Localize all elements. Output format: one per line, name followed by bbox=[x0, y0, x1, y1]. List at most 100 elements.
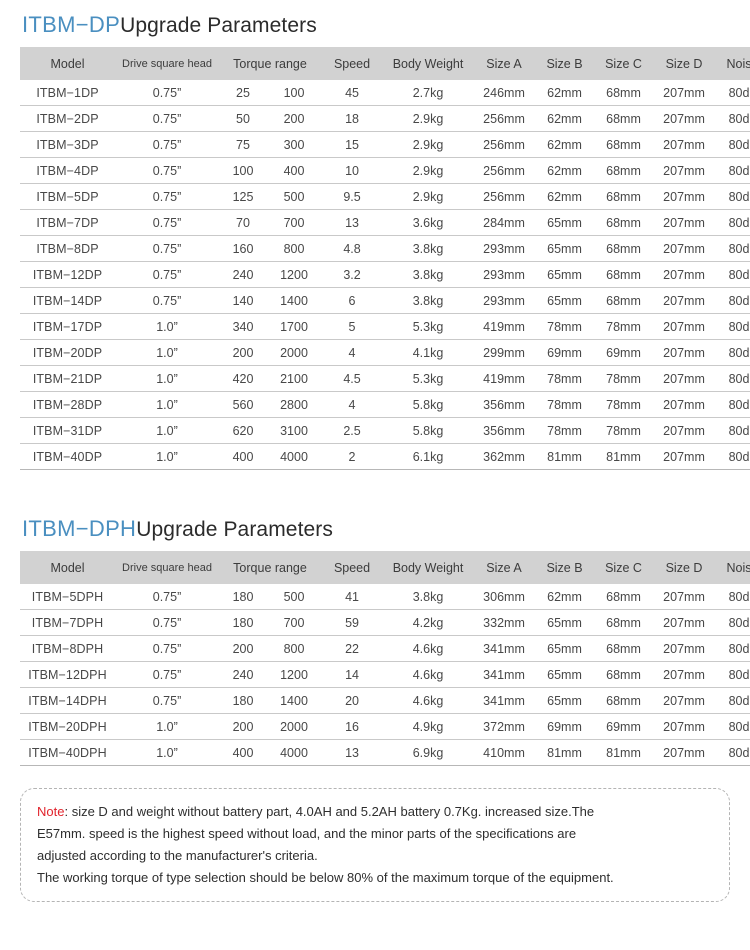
table-row: ITBM−28DP 1.0” 560 2800 4 5.8kg 356mm 78mm 78mm 2… bbox=[20, 391, 750, 418]
cell-noise: 80db bbox=[715, 365, 750, 392]
cell-size-c: 69mm bbox=[594, 713, 654, 740]
cell-size-a: 306mm bbox=[473, 584, 536, 610]
cell-torque-max: 700 bbox=[267, 609, 322, 636]
cell-noise: 80db bbox=[715, 713, 750, 740]
cell-size-c: 68mm bbox=[594, 105, 654, 132]
cell-size-a: 419mm bbox=[473, 365, 536, 392]
cell-size-a: 293mm bbox=[473, 287, 536, 314]
note-line-4: The working torque of type selection sho… bbox=[37, 870, 614, 885]
cell-body-weight: 2.9kg bbox=[383, 183, 474, 210]
cell-model: ITBM−20DPH bbox=[20, 713, 115, 740]
cell-model: ITBM−8DP bbox=[20, 235, 115, 262]
cell-size-a: 256mm bbox=[473, 157, 536, 184]
cell-size-d: 207mm bbox=[653, 131, 716, 158]
cell-drive: 1.0” bbox=[115, 713, 219, 740]
cell-size-b: 65mm bbox=[535, 687, 595, 714]
cell-body-weight: 4.6kg bbox=[383, 661, 474, 688]
cell-speed: 9.5 bbox=[321, 183, 384, 210]
cell-noise: 80db bbox=[715, 584, 750, 610]
cell-model: ITBM−1DP bbox=[20, 80, 115, 106]
cell-torque-min: 200 bbox=[219, 713, 267, 740]
cell-model: ITBM−40DP bbox=[20, 443, 115, 470]
cell-speed: 3.2 bbox=[321, 261, 384, 288]
cell-size-c: 68mm bbox=[594, 584, 654, 610]
table-row: ITBM−40DPH 1.0” 400 4000 13 6.9kg 410mm 81mm 81m… bbox=[20, 739, 750, 766]
col-header-noise: Noise bbox=[715, 551, 750, 584]
cell-body-weight: 4.6kg bbox=[383, 687, 474, 714]
cell-size-d: 207mm bbox=[653, 80, 716, 106]
cell-size-b: 65mm bbox=[535, 235, 595, 262]
cell-size-a: 293mm bbox=[473, 261, 536, 288]
cell-body-weight: 4.6kg bbox=[383, 635, 474, 662]
cell-size-b: 65mm bbox=[535, 635, 595, 662]
cell-speed: 45 bbox=[321, 80, 384, 106]
cell-size-c: 68mm bbox=[594, 287, 654, 314]
cell-drive: 0.75” bbox=[115, 131, 219, 158]
cell-size-b: 69mm bbox=[535, 339, 595, 366]
cell-torque-max: 3100 bbox=[267, 417, 322, 444]
cell-size-b: 62mm bbox=[535, 131, 595, 158]
table-row: ITBM−8DPH 0.75” 200 800 22 4.6kg 341mm 65mm 68mm… bbox=[20, 635, 750, 662]
cell-size-c: 68mm bbox=[594, 609, 654, 636]
cell-torque-min: 140 bbox=[219, 287, 267, 314]
spec-sheet-page: ITBM−DPUpgrade Parameters Model Drive sq… bbox=[0, 0, 750, 950]
cell-size-d: 207mm bbox=[653, 687, 716, 714]
col-header-size-a: Size A bbox=[473, 47, 536, 80]
cell-torque-min: 180 bbox=[219, 584, 267, 610]
cell-torque-max: 2000 bbox=[267, 339, 322, 366]
cell-size-c: 68mm bbox=[594, 183, 654, 210]
cell-torque-max: 700 bbox=[267, 209, 322, 236]
cell-torque-min: 100 bbox=[219, 157, 267, 184]
col-header-size-c: Size C bbox=[594, 47, 654, 80]
col-header-drive-square-head: Drive square head bbox=[115, 551, 219, 584]
cell-size-c: 68mm bbox=[594, 80, 654, 106]
cell-torque-max: 2100 bbox=[267, 365, 322, 392]
cell-noise: 80db bbox=[715, 417, 750, 444]
spec-table-dph: Model Drive square head Torque range Spe… bbox=[20, 551, 750, 766]
col-header-torque-range: Torque range bbox=[219, 551, 322, 584]
cell-model: ITBM−40DPH bbox=[20, 739, 115, 766]
cell-torque-min: 400 bbox=[219, 443, 267, 470]
cell-noise: 80db bbox=[715, 287, 750, 314]
cell-noise: 80db bbox=[715, 80, 750, 106]
cell-drive: 1.0” bbox=[115, 365, 219, 392]
col-header-model: Model bbox=[20, 551, 115, 584]
cell-size-d: 207mm bbox=[653, 365, 716, 392]
cell-body-weight: 5.3kg bbox=[383, 365, 474, 392]
cell-size-d: 207mm bbox=[653, 609, 716, 636]
table-row: ITBM−8DP 0.75” 160 800 4.8 3.8kg 293mm 65mm 68mm… bbox=[20, 235, 750, 262]
section-title-suffix: Upgrade Parameters bbox=[136, 518, 333, 541]
cell-size-a: 246mm bbox=[473, 80, 536, 106]
note-label: Note bbox=[37, 804, 65, 819]
cell-size-b: 65mm bbox=[535, 609, 595, 636]
col-header-size-d: Size D bbox=[653, 47, 716, 80]
cell-model: ITBM−5DP bbox=[20, 183, 115, 210]
cell-size-b: 62mm bbox=[535, 80, 595, 106]
cell-drive: 0.75” bbox=[115, 584, 219, 610]
col-header-model: Model bbox=[20, 47, 115, 80]
cell-noise: 80db bbox=[715, 443, 750, 470]
spec-table-dp: Model Drive square head Torque range Spe… bbox=[20, 47, 750, 470]
cell-body-weight: 5.8kg bbox=[383, 391, 474, 418]
cell-size-c: 69mm bbox=[594, 339, 654, 366]
cell-size-b: 62mm bbox=[535, 584, 595, 610]
cell-noise: 80db bbox=[715, 157, 750, 184]
cell-size-c: 68mm bbox=[594, 131, 654, 158]
cell-size-c: 68mm bbox=[594, 157, 654, 184]
col-header-body-weight: Body Weight bbox=[383, 551, 474, 584]
cell-torque-min: 340 bbox=[219, 313, 267, 340]
table-row: ITBM−5DPH 0.75” 180 500 41 3.8kg 306mm 62mm 68mm… bbox=[20, 584, 750, 610]
cell-torque-max: 2000 bbox=[267, 713, 322, 740]
cell-model: ITBM−14DP bbox=[20, 287, 115, 314]
cell-size-d: 207mm bbox=[653, 261, 716, 288]
cell-body-weight: 3.6kg bbox=[383, 209, 474, 236]
cell-size-a: 284mm bbox=[473, 209, 536, 236]
cell-noise: 80db bbox=[715, 339, 750, 366]
col-header-size-b: Size B bbox=[535, 551, 595, 584]
cell-model: ITBM−12DPH bbox=[20, 661, 115, 688]
cell-speed: 2 bbox=[321, 443, 384, 470]
cell-model: ITBM−3DP bbox=[20, 131, 115, 158]
table-row: ITBM−7DP 0.75” 70 700 13 3.6kg 284mm 65mm 68mm 20… bbox=[20, 209, 750, 236]
spec-table-dph-body: ITBM−5DPH 0.75” 180 500 41 3.8kg 306mm 62mm 68mm… bbox=[20, 584, 750, 766]
cell-size-b: 62mm bbox=[535, 105, 595, 132]
